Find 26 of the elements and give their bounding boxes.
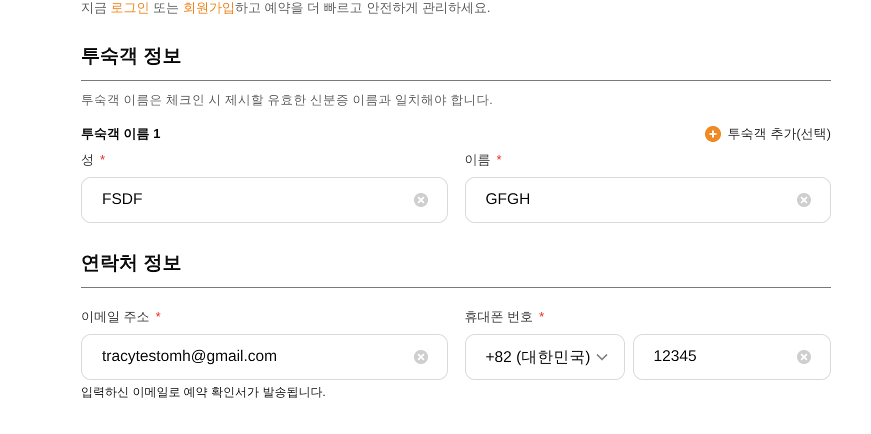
input-field[interactable]: 12345	[632, 334, 831, 380]
required-mark: *	[496, 151, 502, 169]
plus-icon	[704, 126, 721, 142]
section-title: 투숙객 정보	[81, 45, 182, 69]
field-label: 성	[81, 151, 94, 169]
clear-icon[interactable]	[414, 350, 428, 364]
input-field[interactable]: GFGH	[464, 177, 831, 223]
clear-icon[interactable]	[797, 193, 811, 207]
add-guest-button[interactable]: 투숙객 추가(선택)	[704, 125, 831, 143]
field-label: 이메일 주소	[81, 308, 150, 326]
chevron-down-icon	[596, 353, 608, 361]
field-label: 휴대폰 번호	[464, 308, 534, 326]
input-field[interactable]: FSDF	[81, 177, 448, 223]
country-code-dropdown[interactable]: +82 (대한민국)	[464, 334, 624, 380]
clear-icon[interactable]	[797, 350, 811, 364]
guest-label: 투숙객 이름 1	[81, 125, 160, 143]
clear-icon[interactable]	[414, 193, 428, 207]
required-mark: *	[100, 151, 106, 169]
section-title: 연락처 정보	[81, 252, 182, 276]
field-label: 이름	[464, 151, 490, 169]
input-field[interactable]: tracytestomh@gmail.com	[81, 334, 448, 380]
note-text: 입력하신 이메일로 예약 확인서가 발송됩니다.	[81, 384, 327, 400]
notice-text: 지금 로그인 또는 회원가입하고 예약을 더 빠르고 안전하게 관리하세요.	[81, 0, 492, 16]
required-mark: *	[156, 308, 161, 326]
required-mark: *	[539, 308, 544, 326]
hint-text: 투숙객 이름은 체크인 시 제시할 유효한 신분증 이름과 일치해야 합니다.	[81, 92, 494, 108]
